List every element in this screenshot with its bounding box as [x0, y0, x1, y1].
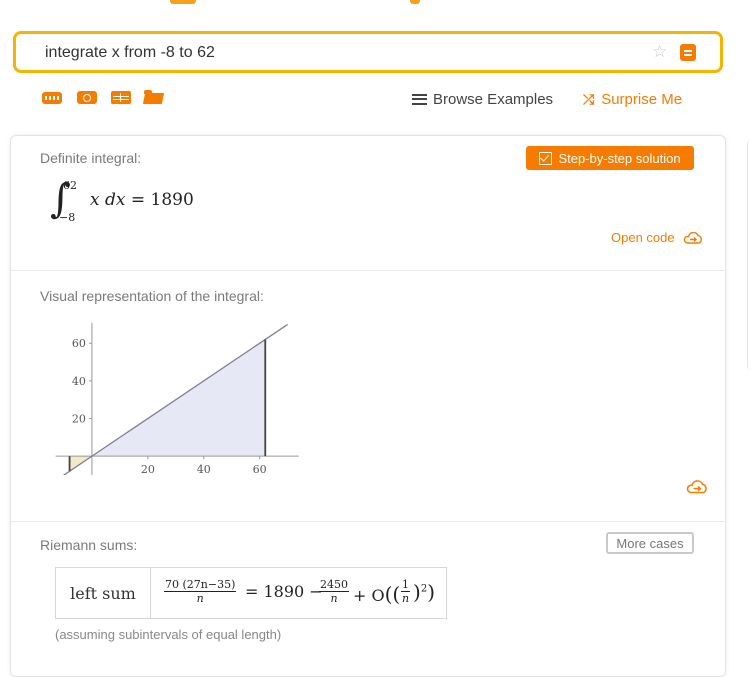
big-o-term: + O((	[353, 582, 401, 606]
fraction-denominator: n	[330, 592, 338, 605]
keyboard-icon[interactable]	[42, 92, 62, 104]
riemann-equals-result: = 1890 −	[245, 582, 323, 601]
surprise-me-button[interactable]: ⤮ Surprise Me	[583, 89, 682, 109]
y-tick-label: 40	[72, 375, 86, 388]
fraction: 1 n	[401, 578, 410, 605]
browse-examples-label: Browse Examples	[433, 90, 554, 108]
table-icon[interactable]	[111, 91, 131, 104]
checkbox-icon	[539, 151, 553, 165]
integrand: x	[90, 190, 100, 210]
shaded-area	[69, 339, 266, 457]
shuffle-icon: ⤮	[583, 90, 595, 107]
integral-result: 1890	[150, 190, 194, 210]
pod-title-riemann: Riemann sums:	[40, 537, 138, 553]
step-by-step-label: Step-by-step solution	[558, 150, 681, 166]
compute-icon[interactable]	[680, 44, 696, 61]
step-by-step-button[interactable]: Step-by-step solution	[526, 146, 694, 170]
riemann-note: (assuming subintervals of equal length)	[55, 627, 282, 642]
big-o-label: + O	[353, 586, 385, 605]
open-code-label: Open code	[611, 230, 675, 245]
upper-limit: 62	[63, 179, 77, 192]
fraction: 70 (27n−35) n	[164, 578, 237, 605]
folder-icon[interactable]	[144, 90, 163, 104]
side-panel-edge	[747, 140, 751, 370]
riemann-table: left sum 70 (27n−35) n = 1890 − 2450 n +…	[55, 567, 447, 619]
fraction-numerator: 70 (27n−35)	[164, 578, 237, 592]
y-tick-label: 20	[72, 413, 86, 426]
lower-limit: −8	[59, 211, 76, 224]
integral-body: x dx = 1890	[90, 190, 194, 210]
fraction: 2450 n	[319, 578, 349, 605]
differential: dx	[105, 190, 126, 210]
x-tick-label: 20	[141, 463, 155, 475]
pod-title-visual: Visual representation of the integral:	[40, 288, 264, 304]
equals-sign: =	[130, 190, 146, 210]
pod-divider	[10, 521, 724, 522]
fraction-numerator: 1	[401, 578, 410, 592]
menu-icon	[412, 93, 427, 105]
riemann-row-label: left sum	[56, 568, 151, 618]
surprise-me-label: Surprise Me	[601, 90, 683, 108]
pod-divider	[10, 270, 724, 271]
exponent: 2	[420, 583, 428, 595]
camera-icon[interactable]	[77, 91, 97, 104]
star-icon[interactable]: ☆	[652, 43, 667, 61]
x-tick-label: 40	[197, 463, 211, 475]
pod-title-definite-integral: Definite integral:	[40, 150, 142, 166]
open-code-link[interactable]: Open code	[611, 230, 703, 245]
fraction-denominator: n	[401, 592, 410, 605]
x-tick-label: 60	[253, 463, 267, 475]
riemann-formula: 70 (27n−35) n = 1890 − 2450 n + O(( 1 n …	[151, 568, 446, 618]
more-cases-button[interactable]: More cases	[606, 532, 694, 554]
closing-parens: )2)	[413, 580, 435, 604]
search-input[interactable]	[45, 42, 625, 64]
cloud-icon	[683, 231, 702, 244]
search-bar: ☆	[13, 31, 723, 73]
fraction-numerator: 2450	[319, 578, 349, 592]
fraction-denominator: n	[196, 592, 204, 605]
logo-fragment	[0, 0, 751, 8]
y-tick-label: 60	[72, 337, 86, 350]
cloud-icon[interactable]	[686, 480, 708, 494]
browse-examples-button[interactable]: Browse Examples	[412, 89, 553, 109]
integral-plot: 20 40 60 20 40 60	[55, 322, 299, 475]
